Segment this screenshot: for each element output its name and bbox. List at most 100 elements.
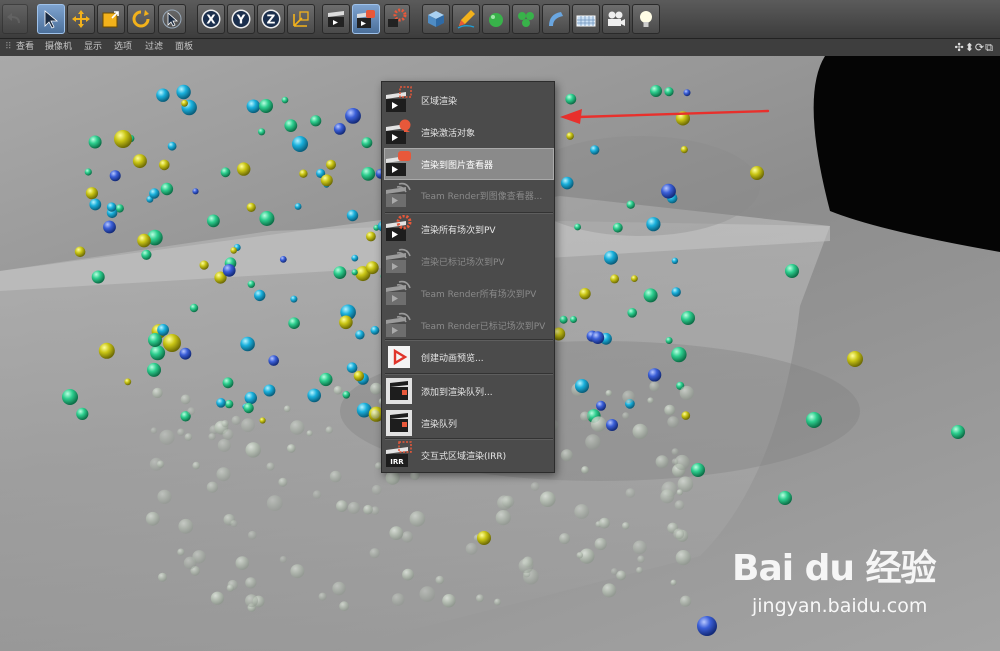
particle-sphere: [167, 141, 177, 151]
particle-sphere-reflection: [221, 420, 229, 428]
particle-sphere-reflection: [363, 504, 373, 515]
bend-icon: [549, 12, 563, 26]
particle-sphere-reflection: [235, 556, 250, 570]
menu-panel[interactable]: 面板: [175, 39, 193, 56]
menu-item-render-active[interactable]: 渲染激活对象: [385, 117, 553, 147]
clapboard-icon: [328, 11, 344, 27]
particle-sphere: [671, 257, 679, 264]
particle-sphere: [290, 295, 298, 303]
watermark-logo: Bai du 经验: [732, 548, 937, 589]
particle-sphere-reflection: [152, 387, 163, 399]
main-toolbar: X Y Z: [0, 0, 1000, 39]
particle-sphere-reflection: [580, 411, 590, 422]
render-view-button[interactable]: [322, 4, 350, 34]
menu-filter[interactable]: 过滤: [145, 39, 163, 56]
x-axis-button[interactable]: X: [197, 4, 225, 34]
cloner-button[interactable]: [512, 4, 540, 34]
floor-button[interactable]: [572, 4, 600, 34]
particle-sphere-reflection: [590, 416, 607, 432]
particle-sphere-reflection: [389, 526, 404, 540]
particle-sphere: [124, 378, 132, 386]
menu-item-region-render[interactable]: 区域渲染: [385, 85, 553, 115]
menu-cameras[interactable]: 摄像机: [45, 39, 72, 56]
render-queue-icon: [386, 410, 412, 436]
camera-icon: [608, 11, 625, 26]
annotation-arrow: [576, 109, 770, 119]
particle-sphere: [147, 362, 161, 377]
particle-sphere: [163, 334, 181, 352]
particle-sphere: [610, 274, 620, 284]
light-button[interactable]: [632, 4, 660, 34]
menu-item-render-queue[interactable]: 渲染队列: [385, 408, 553, 438]
particle-sphere: [365, 261, 379, 275]
scale-tool-button[interactable]: [97, 4, 125, 34]
menu-options[interactable]: 选项: [114, 39, 132, 56]
deformer-button[interactable]: [542, 4, 570, 34]
menu-item-label: 渲染激活对象: [421, 128, 476, 139]
select-tool-button[interactable]: [37, 4, 65, 34]
viewport-menubar: ⠿ 查看 摄像机 显示 选项 过滤 面板 ✣⬍⟳⧉: [0, 39, 1000, 56]
menu-item-play[interactable]: 创建动画预览...: [385, 342, 553, 372]
live-select-button[interactable]: [158, 4, 186, 34]
particle-sphere: [847, 351, 863, 367]
particle-sphere: [785, 264, 799, 278]
menu-item-render-queue-add[interactable]: 添加到渲染队列...: [385, 376, 553, 406]
render-to-picture-viewer-button[interactable]: [352, 4, 380, 34]
light-icon: [640, 11, 652, 27]
green-object-icon: [518, 12, 534, 27]
particle-sphere: [259, 99, 273, 113]
particle-sphere: [319, 372, 333, 387]
cube-button[interactable]: [422, 4, 450, 34]
particle-sphere: [310, 115, 322, 127]
menu-item-render-takes[interactable]: 渲染所有场次到PV: [385, 214, 553, 244]
rotate-icon: [132, 10, 150, 28]
particle-sphere-reflection: [180, 394, 191, 405]
menu-item-label: Team Render已标记场次到PV: [421, 321, 546, 332]
pen-button[interactable]: [452, 4, 480, 34]
particle-sphere-reflection: [559, 533, 571, 545]
particle-sphere: [149, 188, 160, 199]
particle-sphere: [370, 325, 380, 335]
menu-view[interactable]: 查看: [16, 39, 34, 56]
svg-text:X: X: [206, 13, 216, 27]
menu-display[interactable]: 显示: [84, 39, 102, 56]
particle-sphere-reflection: [279, 556, 287, 563]
particle-sphere: [559, 315, 568, 324]
3d-viewport[interactable]: 区域渲染 渲染激活对象 渲染到图片查看器 Team Render到图像查看器... 渲染…: [0, 56, 1000, 651]
particle-sphere: [778, 491, 792, 505]
particle-sphere-reflection: [419, 586, 436, 602]
render-settings-button[interactable]: [384, 4, 410, 34]
particle-sphere: [681, 411, 691, 420]
particle-sphere-reflection: [206, 481, 218, 493]
particle-sphere: [222, 264, 236, 277]
team-render-icon: [386, 280, 411, 305]
particle-sphere-reflection: [673, 528, 685, 540]
particle-sphere-reflection: [248, 530, 257, 540]
y-axis-icon: Y: [231, 9, 251, 29]
coordinate-system-button[interactable]: [287, 4, 315, 34]
particle-sphere-reflection: [594, 537, 607, 551]
undo-button[interactable]: [2, 4, 28, 34]
particle-sphere: [366, 231, 376, 242]
particle-sphere-reflection: [369, 548, 380, 559]
particle-sphere-reflection: [574, 504, 590, 519]
menu-item-render-picture-viewer[interactable]: 渲染到图片查看器: [384, 148, 554, 180]
camera-button[interactable]: [602, 4, 630, 34]
move-tool-button[interactable]: [67, 4, 95, 34]
particle-sphere: [579, 288, 591, 300]
z-axis-button[interactable]: Z: [257, 4, 285, 34]
menu-item-irr[interactable]: IRR 交互式区域渲染(IRR): [385, 440, 553, 470]
particle-sphere-reflection: [306, 430, 313, 437]
particle-sphere: [74, 246, 86, 258]
particle-sphere-reflection: [622, 412, 630, 420]
y-axis-button[interactable]: Y: [227, 4, 255, 34]
particle-sphere: [279, 256, 287, 263]
subdivision-button[interactable]: [482, 4, 510, 34]
rotate-tool-button[interactable]: [127, 4, 155, 34]
particle-sphere: [342, 391, 351, 399]
undo-icon: [7, 13, 20, 23]
particle-sphere: [333, 123, 346, 135]
particle-sphere-reflection: [442, 594, 456, 608]
viewport-navigation-icons[interactable]: ✣⬍⟳⧉: [954, 39, 994, 56]
particle-sphere: [237, 162, 251, 176]
